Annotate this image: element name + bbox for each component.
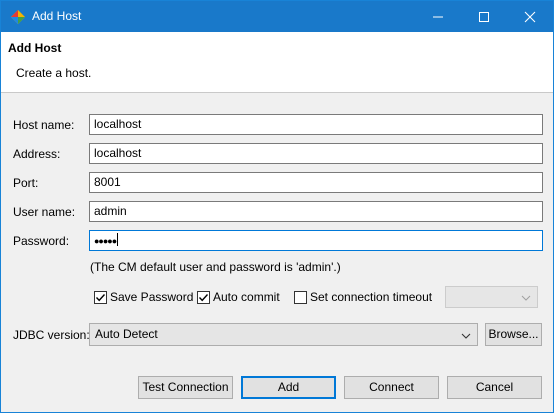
default-credentials-hint: (The CM default user and password is 'ad…	[90, 260, 341, 274]
minimize-icon	[433, 16, 443, 18]
password-mask: ●●●●●	[94, 236, 117, 246]
jdbc-version-value: Auto Detect	[95, 327, 158, 341]
window-title: Add Host	[32, 9, 82, 23]
set-connection-timeout-box	[294, 290, 307, 304]
user-name-label: User name:	[13, 205, 76, 219]
connection-timeout-select	[445, 286, 538, 308]
jdbc-version-select[interactable]: Auto Detect	[89, 323, 478, 346]
chevron-down-icon	[461, 333, 471, 339]
save-password-checkbox[interactable]: Save Password	[94, 289, 193, 305]
add-host-dialog: Add Host Add Host Create a host. Host na…	[0, 0, 554, 413]
auto-commit-check-icon	[197, 290, 210, 304]
maximize-icon	[479, 12, 489, 22]
add-button[interactable]: Add	[241, 376, 336, 399]
cancel-button[interactable]: Cancel	[447, 376, 542, 399]
close-button[interactable]	[507, 1, 553, 32]
password-input[interactable]: ●●●●●	[89, 230, 543, 251]
close-icon	[524, 11, 536, 23]
save-password-label: Save Password	[110, 290, 194, 304]
app-logo-icon	[10, 9, 26, 25]
password-label: Password:	[13, 234, 70, 248]
host-name-input[interactable]: localhost	[89, 114, 543, 135]
chevron-down-icon	[521, 295, 531, 301]
browse-button[interactable]: Browse...	[485, 323, 542, 346]
auto-commit-label: Auto commit	[213, 290, 280, 304]
address-input[interactable]: localhost	[89, 143, 543, 164]
set-connection-timeout-label: Set connection timeout	[310, 290, 433, 304]
set-connection-timeout-checkbox[interactable]: Set connection timeout	[294, 289, 432, 305]
minimize-button[interactable]	[415, 1, 461, 32]
save-password-check-icon	[94, 290, 107, 304]
text-caret	[117, 233, 119, 246]
host-name-label: Host name:	[13, 118, 75, 132]
jdbc-version-label: JDBC version:	[13, 328, 90, 342]
connect-button[interactable]: Connect	[344, 376, 439, 399]
test-connection-button[interactable]: Test Connection	[138, 376, 233, 399]
header-title: Add Host	[8, 41, 62, 55]
user-name-input[interactable]: admin	[89, 201, 543, 222]
maximize-button[interactable]	[461, 1, 507, 32]
address-label: Address:	[13, 147, 61, 161]
port-label: Port:	[13, 176, 39, 190]
auto-commit-checkbox[interactable]: Auto commit	[197, 289, 280, 305]
port-input[interactable]: 8001	[89, 172, 543, 193]
header-description: Create a host.	[16, 66, 92, 80]
dialog-header: Add Host Create a host.	[1, 32, 553, 93]
title-bar[interactable]: Add Host	[1, 1, 553, 32]
